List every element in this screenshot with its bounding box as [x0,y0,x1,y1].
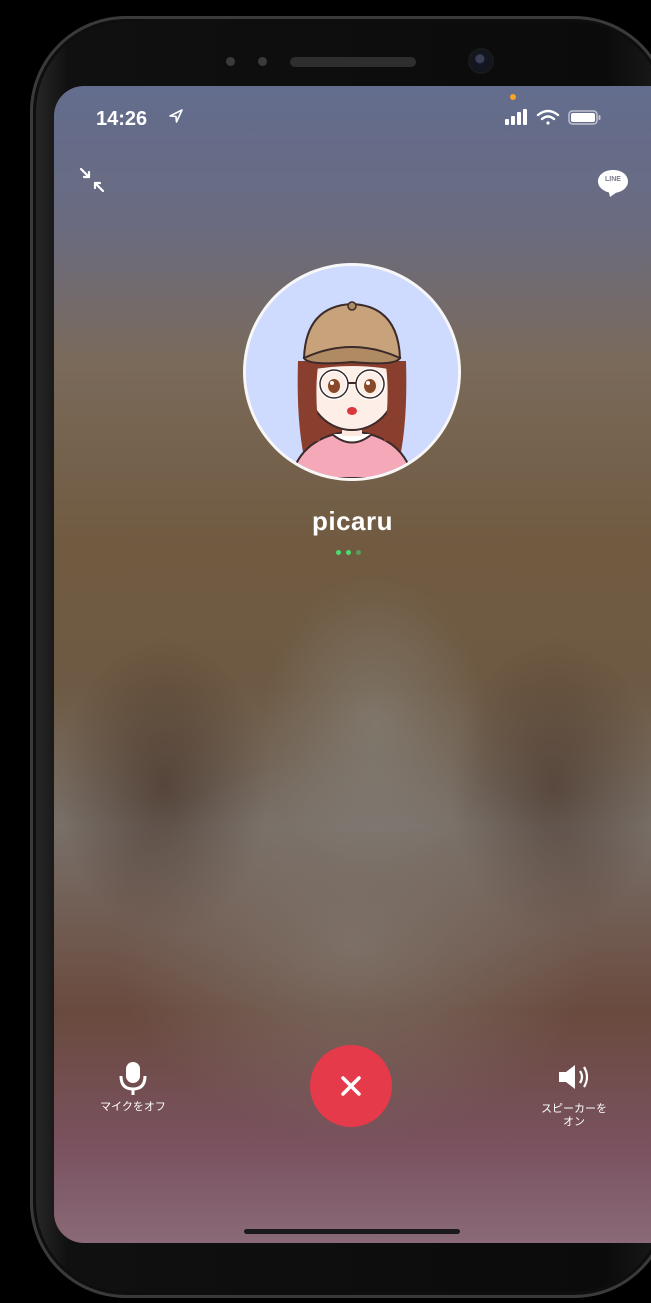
battery-icon [568,110,601,125]
privacy-indicator [510,94,516,100]
line-logo-icon[interactable]: LINE [596,166,630,200]
status-icons [505,109,601,125]
collapse-arrows-icon[interactable] [78,166,106,194]
speaker-label-line1: スピーカーを [541,1103,607,1115]
line-logo-text: LINE [605,176,621,183]
wifi-icon [536,109,560,125]
sensor-dot [258,57,267,66]
earpiece-speaker [290,57,416,67]
phone-top-bezel [0,0,651,90]
mute-label: マイクをオフ [100,1101,166,1113]
speaker-label-line2: オン [563,1116,585,1128]
profile-avatar [246,266,458,478]
cellular-signal-icon [505,109,527,125]
close-icon [341,1076,361,1096]
call-screen: 14:26 LINE picaru マイクをオフ スピーカーを オン [54,86,651,1243]
location-arrow-icon [169,109,183,123]
home-indicator[interactable] [244,1229,460,1234]
status-time: 14:26 [96,108,148,130]
speaker-icon [559,1065,589,1089]
mute-button[interactable]: マイクをオフ [88,1060,178,1114]
calling-indicator [332,550,372,558]
microphone-icon [119,1062,147,1095]
front-camera [470,50,492,72]
caller-avatar [246,266,458,478]
sensor-dot [226,57,235,66]
end-call-button[interactable] [310,1045,392,1127]
speaker-button[interactable]: スピーカーを オン [524,1062,624,1129]
caller-name: picaru [311,506,394,536]
